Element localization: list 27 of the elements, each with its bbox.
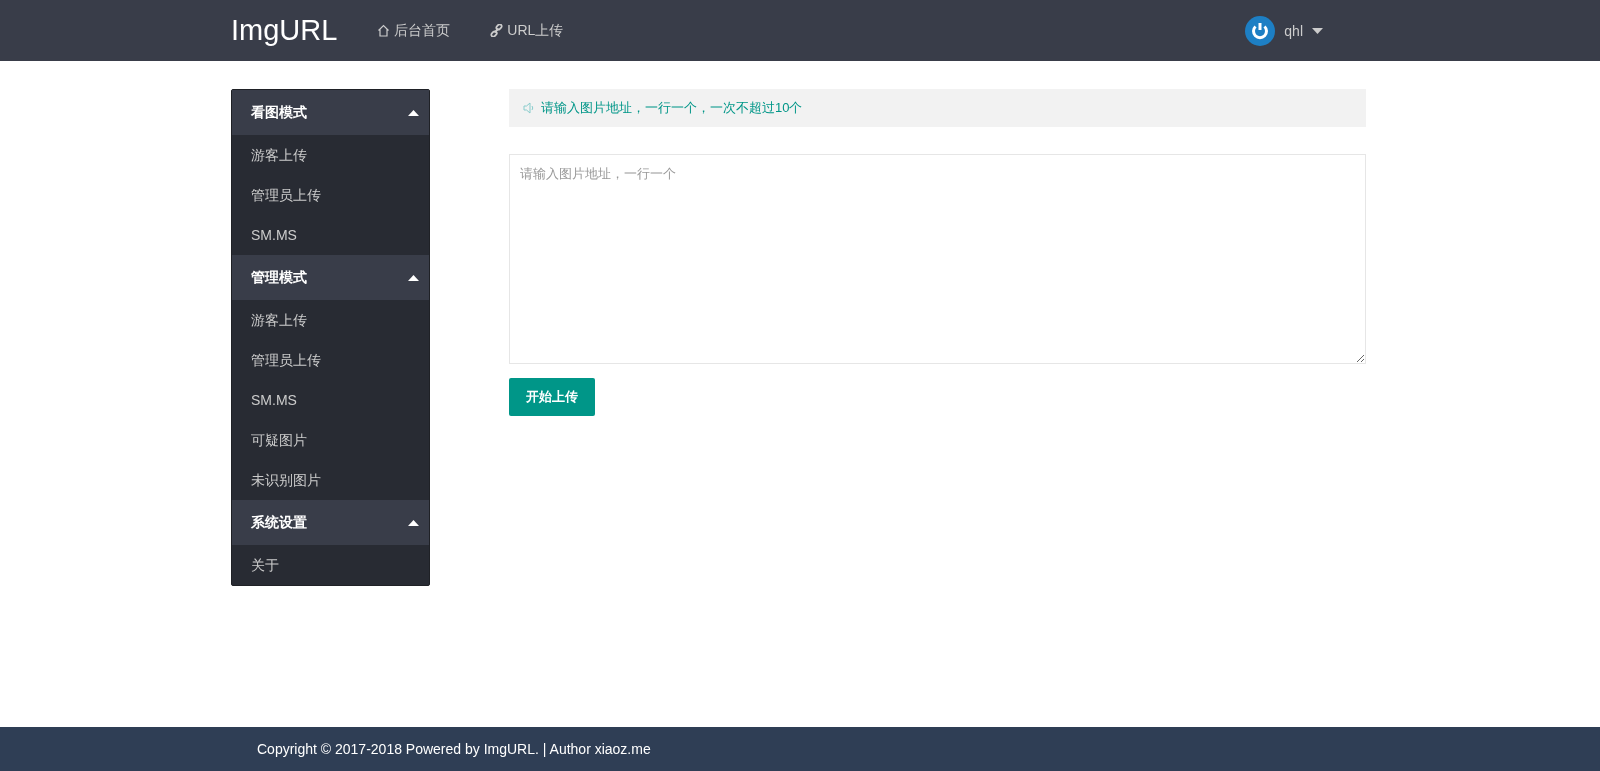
sidebar-group-header[interactable]: 系统设置: [232, 500, 429, 545]
link-icon: [490, 24, 504, 37]
sidebar-item[interactable]: SM.MS: [232, 380, 429, 420]
sidebar-item[interactable]: 可疑图片: [232, 420, 429, 460]
site-logo[interactable]: ImgURL: [231, 14, 338, 47]
sidebar-group-title: 系统设置: [251, 513, 307, 532]
sidebar-item[interactable]: 游客上传: [232, 300, 429, 340]
sidebar-item[interactable]: 关于: [232, 545, 429, 585]
sidebar-item[interactable]: 管理员上传: [232, 340, 429, 380]
start-upload-button[interactable]: 开始上传: [509, 378, 595, 416]
sidebar-group-header[interactable]: 看图模式: [232, 90, 429, 135]
sidebar-item[interactable]: SM.MS: [232, 215, 429, 255]
sidebar-item[interactable]: 游客上传: [232, 135, 429, 175]
sidebar-group-title: 管理模式: [251, 268, 307, 287]
copyright-text: Copyright © 2017-2018 Powered by ImgURL. | Author xiaoz.me: [257, 741, 651, 757]
sidebar-group-title: 看图模式: [251, 103, 307, 122]
sidebar-item[interactable]: 未识别图片: [232, 460, 429, 500]
caret-icon: [1312, 27, 1323, 34]
nav-link[interactable]: URL上传: [490, 21, 564, 40]
sidebar-item[interactable]: 管理员上传: [232, 175, 429, 215]
sidebar-group-header[interactable]: 管理模式: [232, 255, 429, 300]
notice-text: 请输入图片地址，一行一个，一次不超过10个: [541, 99, 803, 117]
nav-link[interactable]: 后台首页: [377, 21, 451, 40]
power-avatar-icon: [1245, 15, 1276, 46]
home-icon: [377, 24, 391, 37]
speaker-icon: [523, 102, 535, 114]
user-menu[interactable]: qhl: [1245, 15, 1323, 46]
